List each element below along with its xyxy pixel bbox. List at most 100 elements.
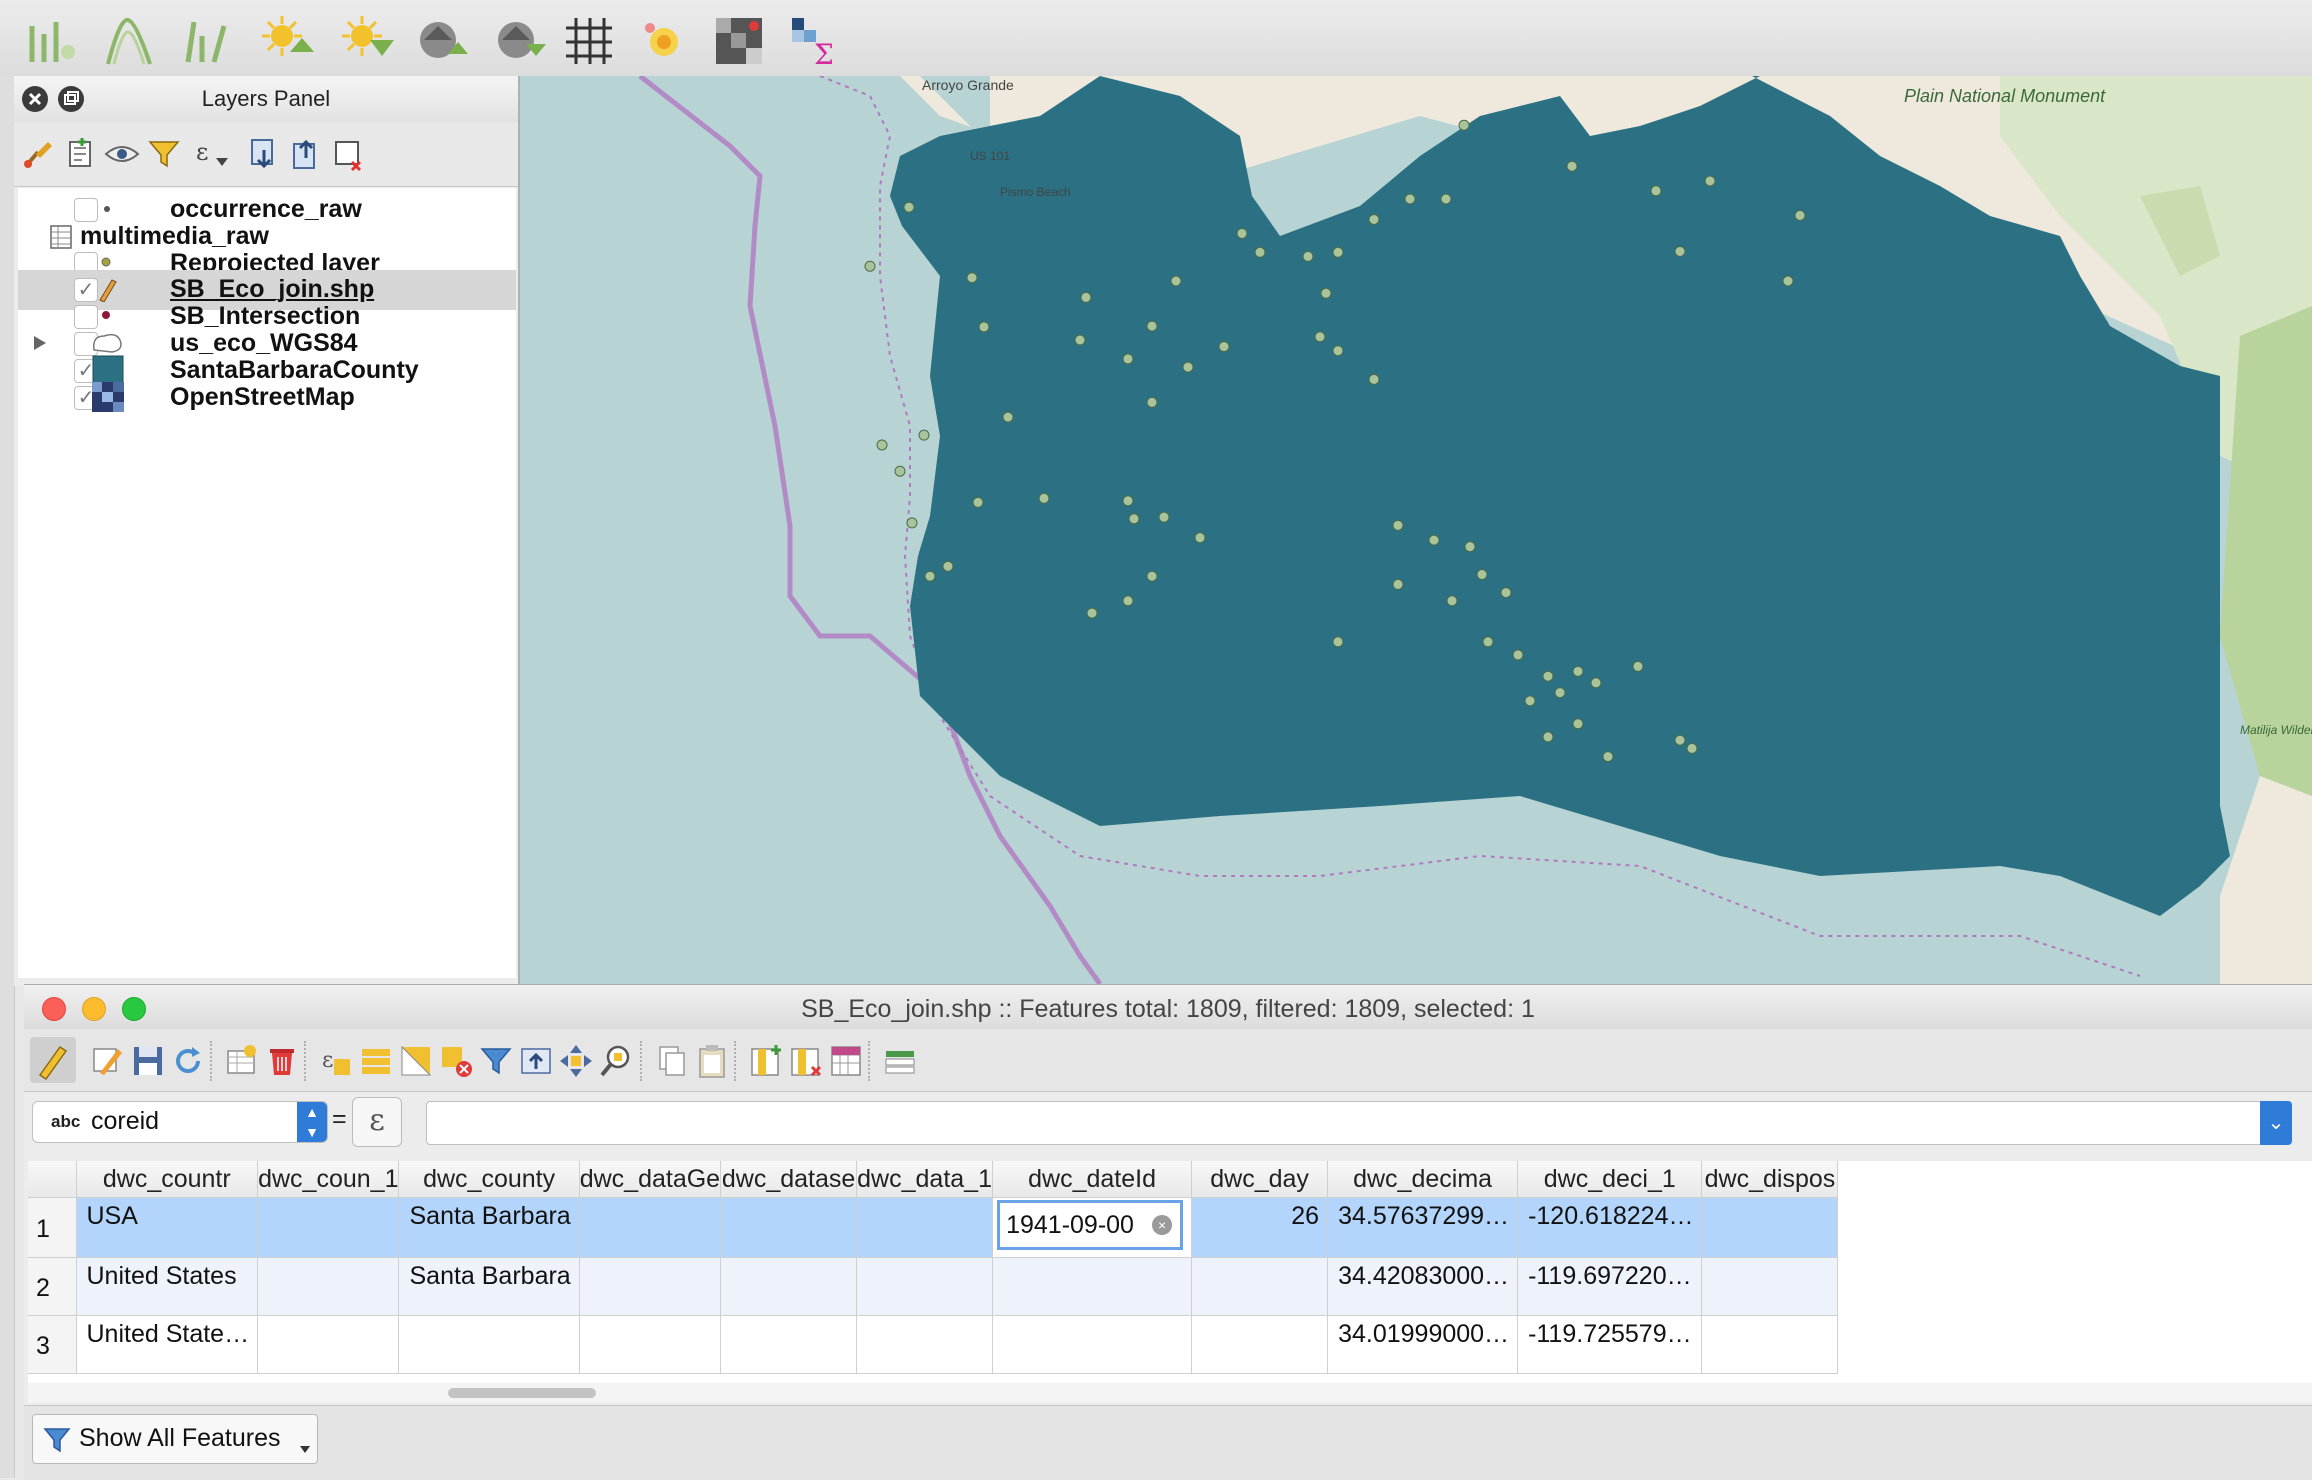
editing-cell[interactable]: 1941-09-00 ×	[992, 1197, 1193, 1258]
row-number[interactable]: 3	[28, 1315, 77, 1374]
expand-all-icon[interactable]	[246, 136, 282, 172]
filter-icon[interactable]	[146, 136, 182, 172]
map-canvas[interactable]: Arroyo Grande US 101 Pismo Beach Plain N…	[520, 76, 2312, 984]
zonal-stats-icon[interactable]: Σ	[786, 12, 844, 70]
table-cell[interactable]: 34.42083000…	[1327, 1257, 1519, 1316]
zoom-to-selection-icon[interactable]	[598, 1043, 634, 1079]
filter-selected-icon[interactable]	[478, 1043, 514, 1079]
table-row[interactable]: 3 United State… 34.01999000… -119.725579…	[28, 1315, 1839, 1374]
table-cell[interactable]	[856, 1197, 994, 1258]
filter-expression-icon[interactable]: ε	[192, 136, 236, 172]
copy-rows-icon[interactable]	[654, 1043, 690, 1079]
table-cell[interactable]: United States	[76, 1257, 259, 1316]
table-cell[interactable]: USA	[76, 1197, 259, 1258]
expression-button[interactable]: ε	[352, 1097, 402, 1147]
column-header[interactable]: dwc_dateId	[992, 1161, 1193, 1198]
table-cell[interactable]	[856, 1315, 994, 1374]
table-cell[interactable]	[1191, 1257, 1329, 1316]
table-cell[interactable]: -119.725579…	[1517, 1315, 1703, 1374]
table-cell[interactable]	[1191, 1315, 1329, 1374]
table-cell[interactable]	[856, 1257, 994, 1316]
layer-row-openstreetmap[interactable]: ✓ OpenStreetMap	[18, 378, 516, 418]
table-cell[interactable]	[257, 1197, 400, 1258]
table-cell[interactable]	[1701, 1257, 1839, 1316]
column-header[interactable]: dwc_datase	[720, 1161, 858, 1198]
column-header[interactable]: dwc_countr	[76, 1161, 259, 1198]
expand-arrow-icon[interactable]	[32, 334, 48, 352]
table-row[interactable]: 2 United States Santa Barbara 34.4208300…	[28, 1257, 1839, 1316]
visibility-eye-icon[interactable]	[104, 136, 140, 172]
move-selection-to-top-icon[interactable]	[518, 1043, 554, 1079]
table-cell[interactable]: -120.618224…	[1517, 1197, 1703, 1258]
save-edits-icon[interactable]	[130, 1043, 166, 1079]
horizontal-scrollbar[interactable]	[28, 1383, 2312, 1403]
table-cell[interactable]	[257, 1257, 400, 1316]
raster-calc-icon[interactable]	[710, 12, 768, 70]
clear-icon[interactable]: ×	[1152, 1215, 1173, 1235]
table-cell[interactable]	[992, 1257, 1193, 1316]
point-displacement-icon[interactable]	[22, 12, 80, 70]
table-cell[interactable]: -119.697220…	[1517, 1257, 1703, 1316]
column-header[interactable]: dwc_coun_1	[257, 1161, 400, 1198]
collapse-all-icon[interactable]	[288, 136, 324, 172]
add-group-icon[interactable]	[62, 136, 98, 172]
invert-selection-icon[interactable]	[398, 1043, 434, 1079]
column-header[interactable]: dwc_day	[1191, 1161, 1329, 1198]
toggle-editing-icon[interactable]	[30, 1037, 76, 1083]
table-cell[interactable]	[720, 1257, 858, 1316]
show-all-features-button[interactable]: Show All Features	[32, 1414, 318, 1464]
table-cell[interactable]: 34.01999000…	[1327, 1315, 1519, 1374]
table-cell[interactable]	[579, 1315, 722, 1374]
paste-features-icon[interactable]	[694, 1043, 730, 1079]
table-cell[interactable]	[1701, 1197, 1839, 1258]
delete-field-icon[interactable]	[788, 1043, 824, 1079]
heatmap-icon[interactable]	[636, 12, 694, 70]
column-header[interactable]: dwc_deci_1	[1517, 1161, 1703, 1198]
table-cell[interactable]: Santa Barbara	[398, 1257, 580, 1316]
select-all-icon[interactable]	[358, 1043, 394, 1079]
column-header[interactable]: dwc_data_1	[856, 1161, 994, 1198]
delete-feature-icon[interactable]	[264, 1043, 300, 1079]
table-cell[interactable]	[579, 1197, 722, 1258]
filter-value-input[interactable]	[426, 1101, 2286, 1145]
sun-add-icon[interactable]	[258, 12, 316, 70]
new-field-icon[interactable]	[748, 1043, 784, 1079]
column-header[interactable]: dwc_dataGe	[579, 1161, 722, 1198]
query-layer-icon[interactable]	[414, 12, 472, 70]
table-cell[interactable]: 26	[1191, 1197, 1329, 1258]
table-cell[interactable]	[579, 1257, 722, 1316]
column-header[interactable]: dwc_county	[398, 1161, 580, 1198]
cell-editor-input[interactable]: 1941-09-00 ×	[997, 1200, 1184, 1250]
chevron-down-icon[interactable]: ⌄	[2260, 1101, 2292, 1145]
multi-edit-icon[interactable]	[90, 1043, 126, 1079]
column-header[interactable]: dwc_decima	[1327, 1161, 1519, 1198]
field-calculator-icon[interactable]	[828, 1043, 864, 1079]
row-number[interactable]: 2	[28, 1257, 77, 1316]
table-cell[interactable]	[992, 1315, 1193, 1374]
pan-to-selection-icon[interactable]	[558, 1043, 594, 1079]
row-number[interactable]: 1	[28, 1197, 77, 1258]
contour-icon[interactable]	[100, 12, 158, 70]
scrollbar-thumb[interactable]	[448, 1388, 596, 1398]
sun-remove-icon[interactable]	[338, 12, 396, 70]
field-selector[interactable]: abc coreid ▲ ▼	[32, 1101, 328, 1143]
select-by-expression-icon[interactable]: ε	[318, 1043, 354, 1079]
table-cell[interactable]: United State…	[76, 1315, 259, 1374]
add-feature-icon[interactable]	[224, 1043, 260, 1079]
table-row[interactable]: 1 USA Santa Barbara 1941-09-00 × 26 34.5	[28, 1197, 1839, 1258]
table-cell[interactable]	[398, 1315, 580, 1374]
table-cell[interactable]	[720, 1197, 858, 1258]
line-density-icon[interactable]	[178, 12, 236, 70]
grid-icon[interactable]	[560, 12, 618, 70]
conditional-formatting-icon[interactable]	[882, 1043, 918, 1079]
updown-arrow-icon[interactable]: ▲ ▼	[297, 1102, 327, 1142]
column-header[interactable]: dwc_dispos	[1701, 1161, 1839, 1198]
table-cell[interactable]: Santa Barbara	[398, 1197, 580, 1258]
table-cell[interactable]	[1701, 1315, 1839, 1374]
remove-layer-icon[interactable]	[330, 136, 366, 172]
corner-header[interactable]	[28, 1161, 77, 1198]
table-cell[interactable]: 34.57637299…	[1327, 1197, 1519, 1258]
table-cell[interactable]	[257, 1315, 400, 1374]
table-cell[interactable]	[720, 1315, 858, 1374]
reload-icon[interactable]	[170, 1043, 206, 1079]
